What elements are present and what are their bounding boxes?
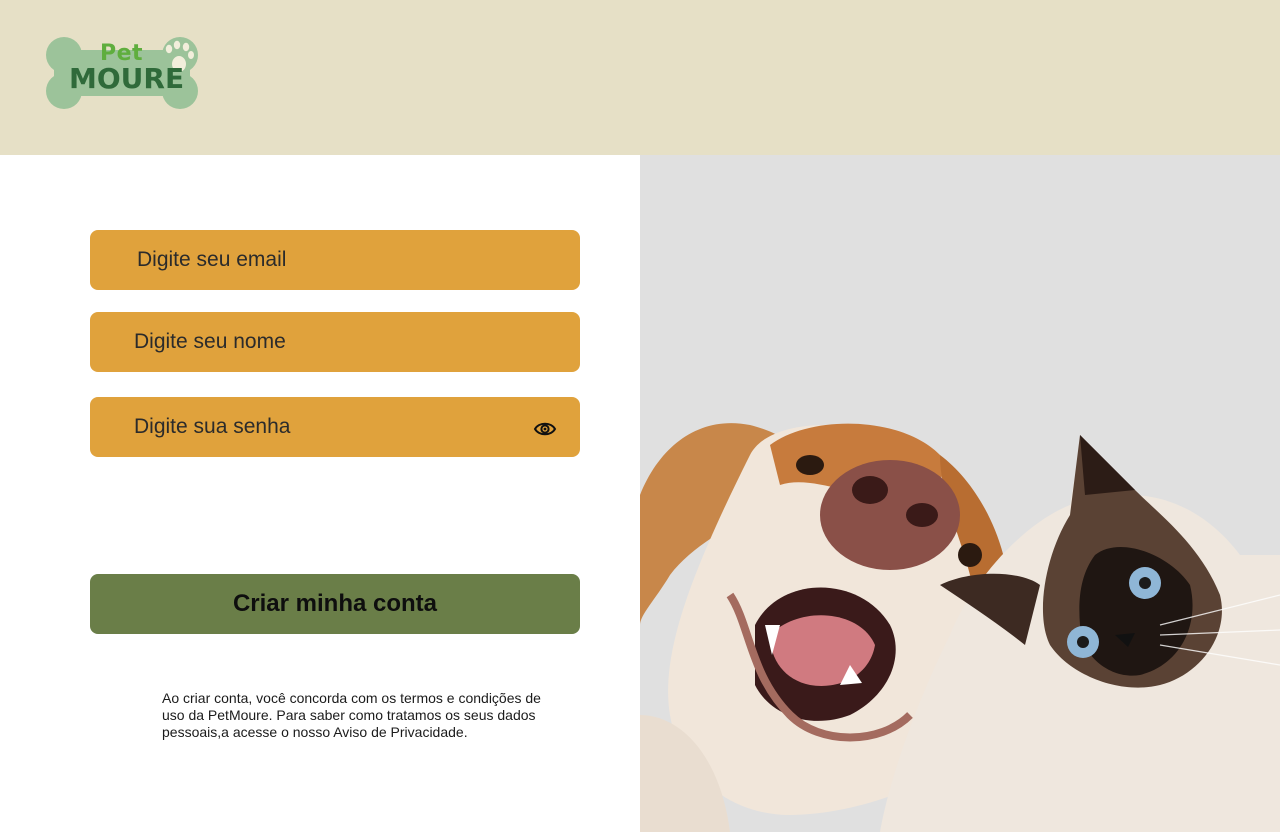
- eye-icon[interactable]: [533, 419, 557, 439]
- password-input[interactable]: [90, 397, 580, 457]
- name-input[interactable]: [90, 312, 580, 372]
- petmoure-logo[interactable]: Pet MOURE: [44, 36, 200, 110]
- logo-word-moure: MOURE: [69, 62, 185, 95]
- dog-and-cat-photo: [640, 423, 1280, 832]
- header: Pet MOURE: [0, 0, 1280, 155]
- email-input[interactable]: [90, 230, 580, 290]
- terms-text: Ao criar conta, você concorda com os ter…: [162, 690, 541, 740]
- create-account-button[interactable]: Criar minha conta: [90, 574, 580, 634]
- pets-photo-panel: [640, 155, 1280, 832]
